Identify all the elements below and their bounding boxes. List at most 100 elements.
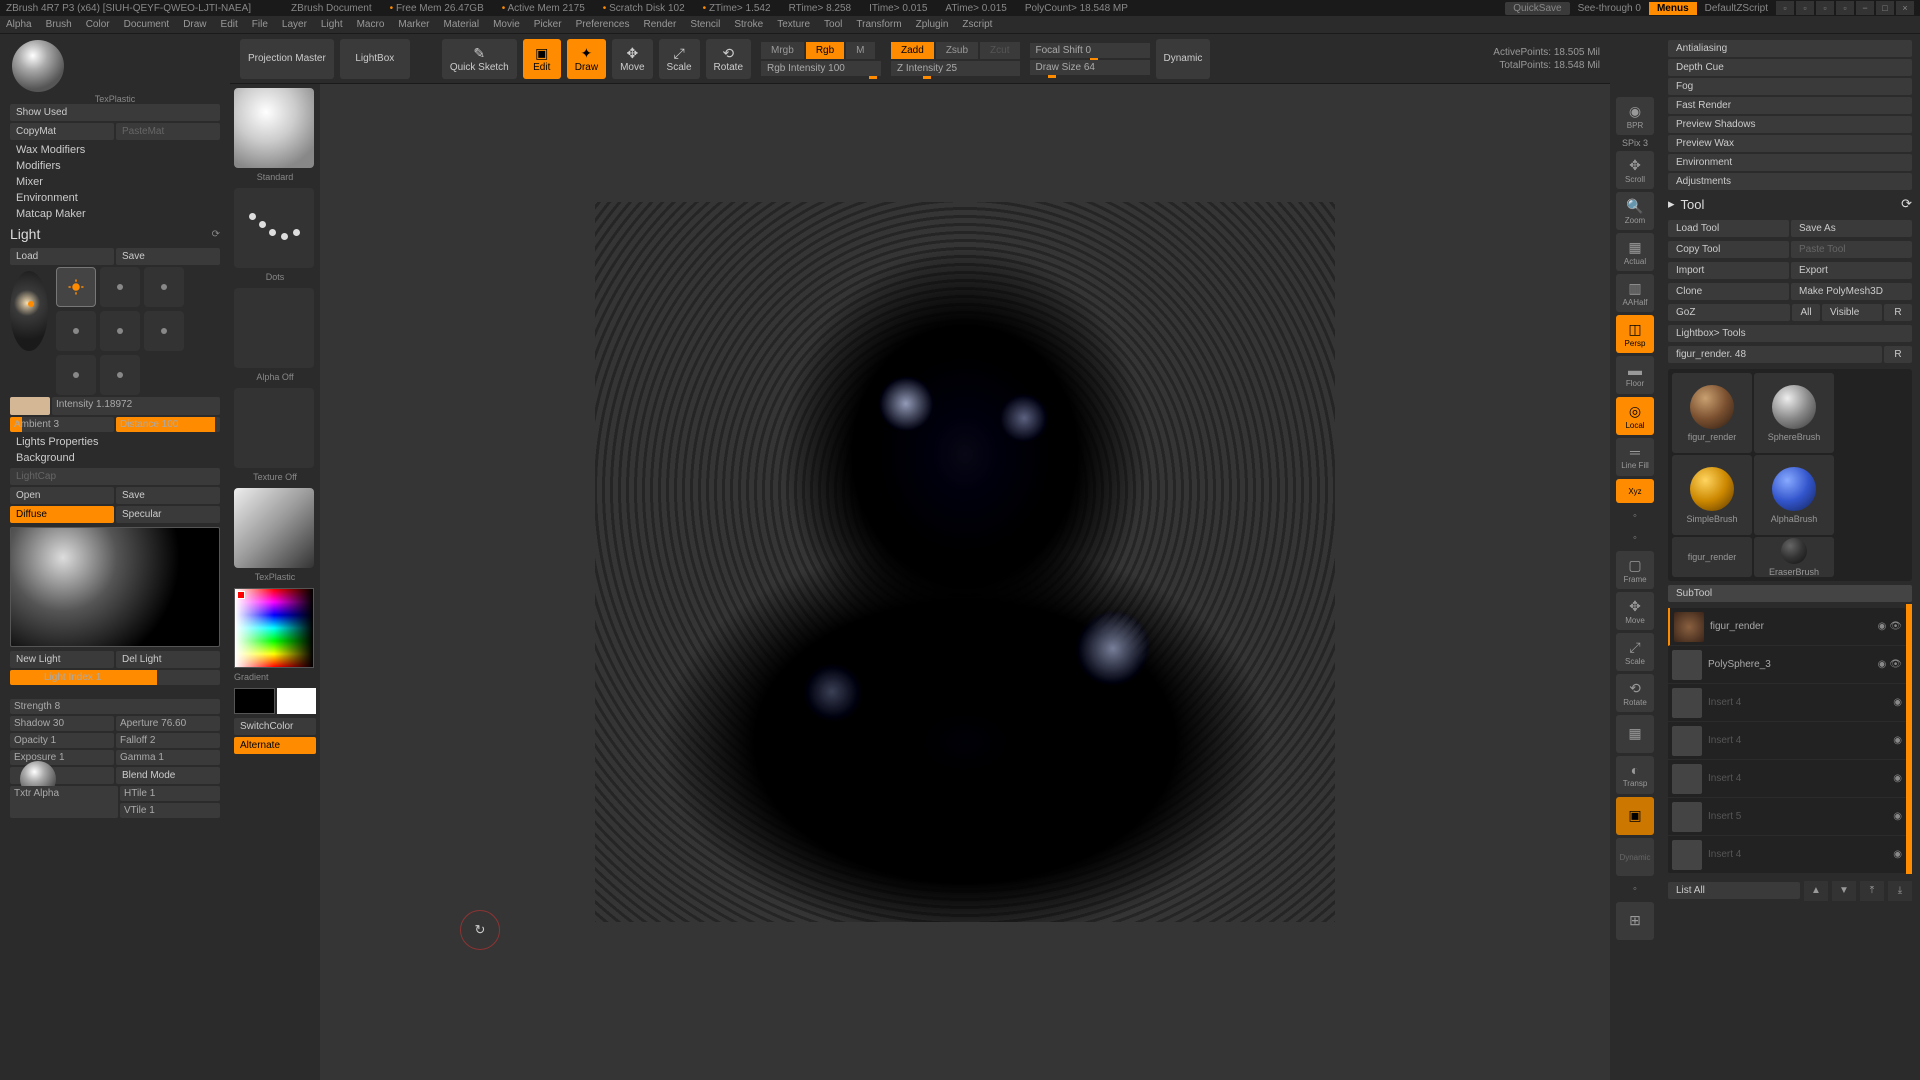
local-button[interactable]: ◎Local bbox=[1616, 397, 1654, 435]
list-all-button[interactable]: List All bbox=[1668, 882, 1800, 899]
linefill-button[interactable]: ═Line Fill bbox=[1616, 438, 1654, 476]
menu-picker[interactable]: Picker bbox=[534, 19, 562, 30]
quicksave-button[interactable]: QuickSave bbox=[1505, 2, 1569, 15]
z-intensity-slider[interactable]: Z Intensity 25 bbox=[891, 61, 1019, 76]
alpha-thumb[interactable] bbox=[234, 288, 314, 368]
window-button-2[interactable]: ▫ bbox=[1796, 1, 1814, 15]
copymat-button[interactable]: CopyMat bbox=[10, 123, 114, 140]
falloff-slider[interactable]: Falloff 2 bbox=[116, 733, 220, 748]
subtool-row-6[interactable]: Insert 4◉ bbox=[1668, 836, 1906, 874]
zsub-mode[interactable]: Zsub bbox=[936, 42, 978, 59]
light-slot-2[interactable] bbox=[100, 267, 140, 307]
window-button-3[interactable]: ▫ bbox=[1816, 1, 1834, 15]
primary-color[interactable] bbox=[277, 688, 316, 714]
menu-layer[interactable]: Layer bbox=[282, 19, 307, 30]
tool-simplebrush[interactable]: SimpleBrush bbox=[1672, 455, 1752, 535]
show-used-button[interactable]: Show Used bbox=[10, 104, 220, 121]
section-wax[interactable]: Wax Modifiers bbox=[10, 144, 220, 156]
menu-stencil[interactable]: Stencil bbox=[690, 19, 720, 30]
copy-tool-button[interactable]: Copy Tool bbox=[1668, 241, 1789, 258]
bpr-button[interactable]: ◉BPR bbox=[1616, 97, 1654, 135]
lightcap-preview[interactable] bbox=[10, 527, 220, 647]
material-strip-thumb[interactable] bbox=[234, 488, 314, 568]
light-slot-1[interactable] bbox=[56, 267, 96, 307]
menu-light[interactable]: Light bbox=[321, 19, 343, 30]
subtool-row-4[interactable]: Insert 4◉ bbox=[1668, 760, 1906, 798]
menu-document[interactable]: Document bbox=[124, 19, 170, 30]
strength-slider[interactable]: Strength 8 bbox=[10, 699, 220, 714]
tool-spherebrush[interactable]: SphereBrush bbox=[1754, 373, 1834, 453]
frame-button[interactable]: ▢Frame bbox=[1616, 551, 1654, 589]
gamma-slider[interactable]: Gamma 1 bbox=[116, 750, 220, 765]
subtool-row-3[interactable]: Insert 4◉ bbox=[1668, 722, 1906, 760]
brush-thumb[interactable] bbox=[234, 88, 314, 168]
subtool-row-1[interactable]: PolySphere_3 ◉👁 bbox=[1668, 646, 1906, 684]
mrgb-mode[interactable]: Mrgb bbox=[761, 42, 804, 59]
section-mixer[interactable]: Mixer bbox=[10, 176, 220, 188]
tool-eraserbrush[interactable]: EraserBrush bbox=[1754, 537, 1834, 577]
secondary-color[interactable] bbox=[234, 688, 275, 714]
pastemat-button[interactable]: PasteMat bbox=[116, 123, 220, 140]
rgb-mode[interactable]: Rgb bbox=[806, 42, 844, 59]
del-light-button[interactable]: Del Light bbox=[116, 651, 220, 668]
pf-button[interactable]: ◦ bbox=[1625, 879, 1645, 899]
rotate-button[interactable]: ⟲Rotate bbox=[706, 39, 751, 79]
xyz-button[interactable]: Xyz bbox=[1616, 479, 1654, 503]
m-mode[interactable]: M bbox=[846, 42, 874, 59]
tool-figur[interactable]: figur_render bbox=[1672, 373, 1752, 453]
section-environment[interactable]: Environment bbox=[10, 192, 220, 204]
move-top-button[interactable]: ⤒ bbox=[1860, 881, 1884, 901]
tool-r-button[interactable]: R bbox=[1884, 346, 1912, 363]
save-as-button[interactable]: Save As bbox=[1791, 220, 1912, 237]
menus-button[interactable]: Menus bbox=[1649, 2, 1697, 15]
menu-tool[interactable]: Tool bbox=[824, 19, 842, 30]
polyframe-button[interactable]: ⊞ bbox=[1616, 902, 1654, 940]
alternate-button[interactable]: Alternate bbox=[234, 737, 316, 754]
tool-alphabrush[interactable]: AlphaBrush bbox=[1754, 455, 1834, 535]
vtile-slider[interactable]: VTile 1 bbox=[120, 803, 220, 818]
tool-figur2[interactable]: figur_render bbox=[1672, 537, 1752, 577]
draw-size-slider[interactable]: Draw Size 64 bbox=[1030, 60, 1150, 75]
maximize-button[interactable]: □ bbox=[1876, 1, 1894, 15]
nav-1[interactable]: ◦ bbox=[1625, 506, 1645, 526]
move-bottom-button[interactable]: ⤓ bbox=[1888, 881, 1912, 901]
aahalf-button[interactable]: ▥AAHalf bbox=[1616, 274, 1654, 312]
zcut-mode[interactable]: Zcut bbox=[980, 42, 1019, 59]
actual-button[interactable]: ▦Actual bbox=[1616, 233, 1654, 271]
menu-material[interactable]: Material bbox=[444, 19, 480, 30]
switch-color-button[interactable]: SwitchColor bbox=[234, 718, 316, 735]
nav-move-button[interactable]: ✥Move bbox=[1616, 592, 1654, 630]
render-previewshadows[interactable]: Preview Shadows bbox=[1668, 116, 1912, 133]
light-color-swatch[interactable] bbox=[10, 397, 50, 415]
move-up-button[interactable]: ▲ bbox=[1804, 881, 1828, 901]
subtool-header[interactable]: SubTool bbox=[1668, 585, 1912, 602]
menu-transform[interactable]: Transform bbox=[856, 19, 901, 30]
defaultscript-button[interactable]: DefaultZScript bbox=[1699, 2, 1774, 15]
move-down-button[interactable]: ▼ bbox=[1832, 881, 1856, 901]
light-index-slider[interactable]: Light Index 1 bbox=[10, 670, 220, 685]
spix-label[interactable]: SPix 3 bbox=[1612, 138, 1658, 148]
load-tool-button[interactable]: Load Tool bbox=[1668, 220, 1789, 237]
zadd-mode[interactable]: Zadd bbox=[891, 42, 934, 59]
subtool-row-2[interactable]: Insert 4◉ bbox=[1668, 684, 1906, 722]
menu-file[interactable]: File bbox=[252, 19, 268, 30]
menu-draw[interactable]: Draw bbox=[183, 19, 206, 30]
nav-rotate-button[interactable]: ⟲Rotate bbox=[1616, 674, 1654, 712]
light-direction-sphere[interactable] bbox=[10, 271, 48, 351]
menu-zplugin[interactable]: Zplugin bbox=[916, 19, 949, 30]
light-slot-7[interactable] bbox=[56, 355, 96, 395]
lightcap-open-button[interactable]: Open bbox=[10, 487, 114, 504]
menu-preferences[interactable]: Preferences bbox=[576, 19, 630, 30]
menu-marker[interactable]: Marker bbox=[398, 19, 429, 30]
light-slot-8[interactable] bbox=[100, 355, 140, 395]
light-slot-4[interactable] bbox=[56, 311, 96, 351]
tool-header[interactable]: ▸Tool ⟳ bbox=[1668, 196, 1912, 212]
lightbox-tools[interactable]: Lightbox> Tools bbox=[1668, 325, 1912, 342]
menu-edit[interactable]: Edit bbox=[221, 19, 238, 30]
floor-button[interactable]: ▬Floor bbox=[1616, 356, 1654, 394]
menu-movie[interactable]: Movie bbox=[493, 19, 520, 30]
shadow-slider[interactable]: Shadow 30 bbox=[10, 716, 114, 731]
goz-button[interactable]: GoZ bbox=[1668, 304, 1790, 321]
clone-button[interactable]: Clone bbox=[1668, 283, 1789, 300]
distance-slider[interactable]: Distance 100 bbox=[116, 417, 220, 432]
